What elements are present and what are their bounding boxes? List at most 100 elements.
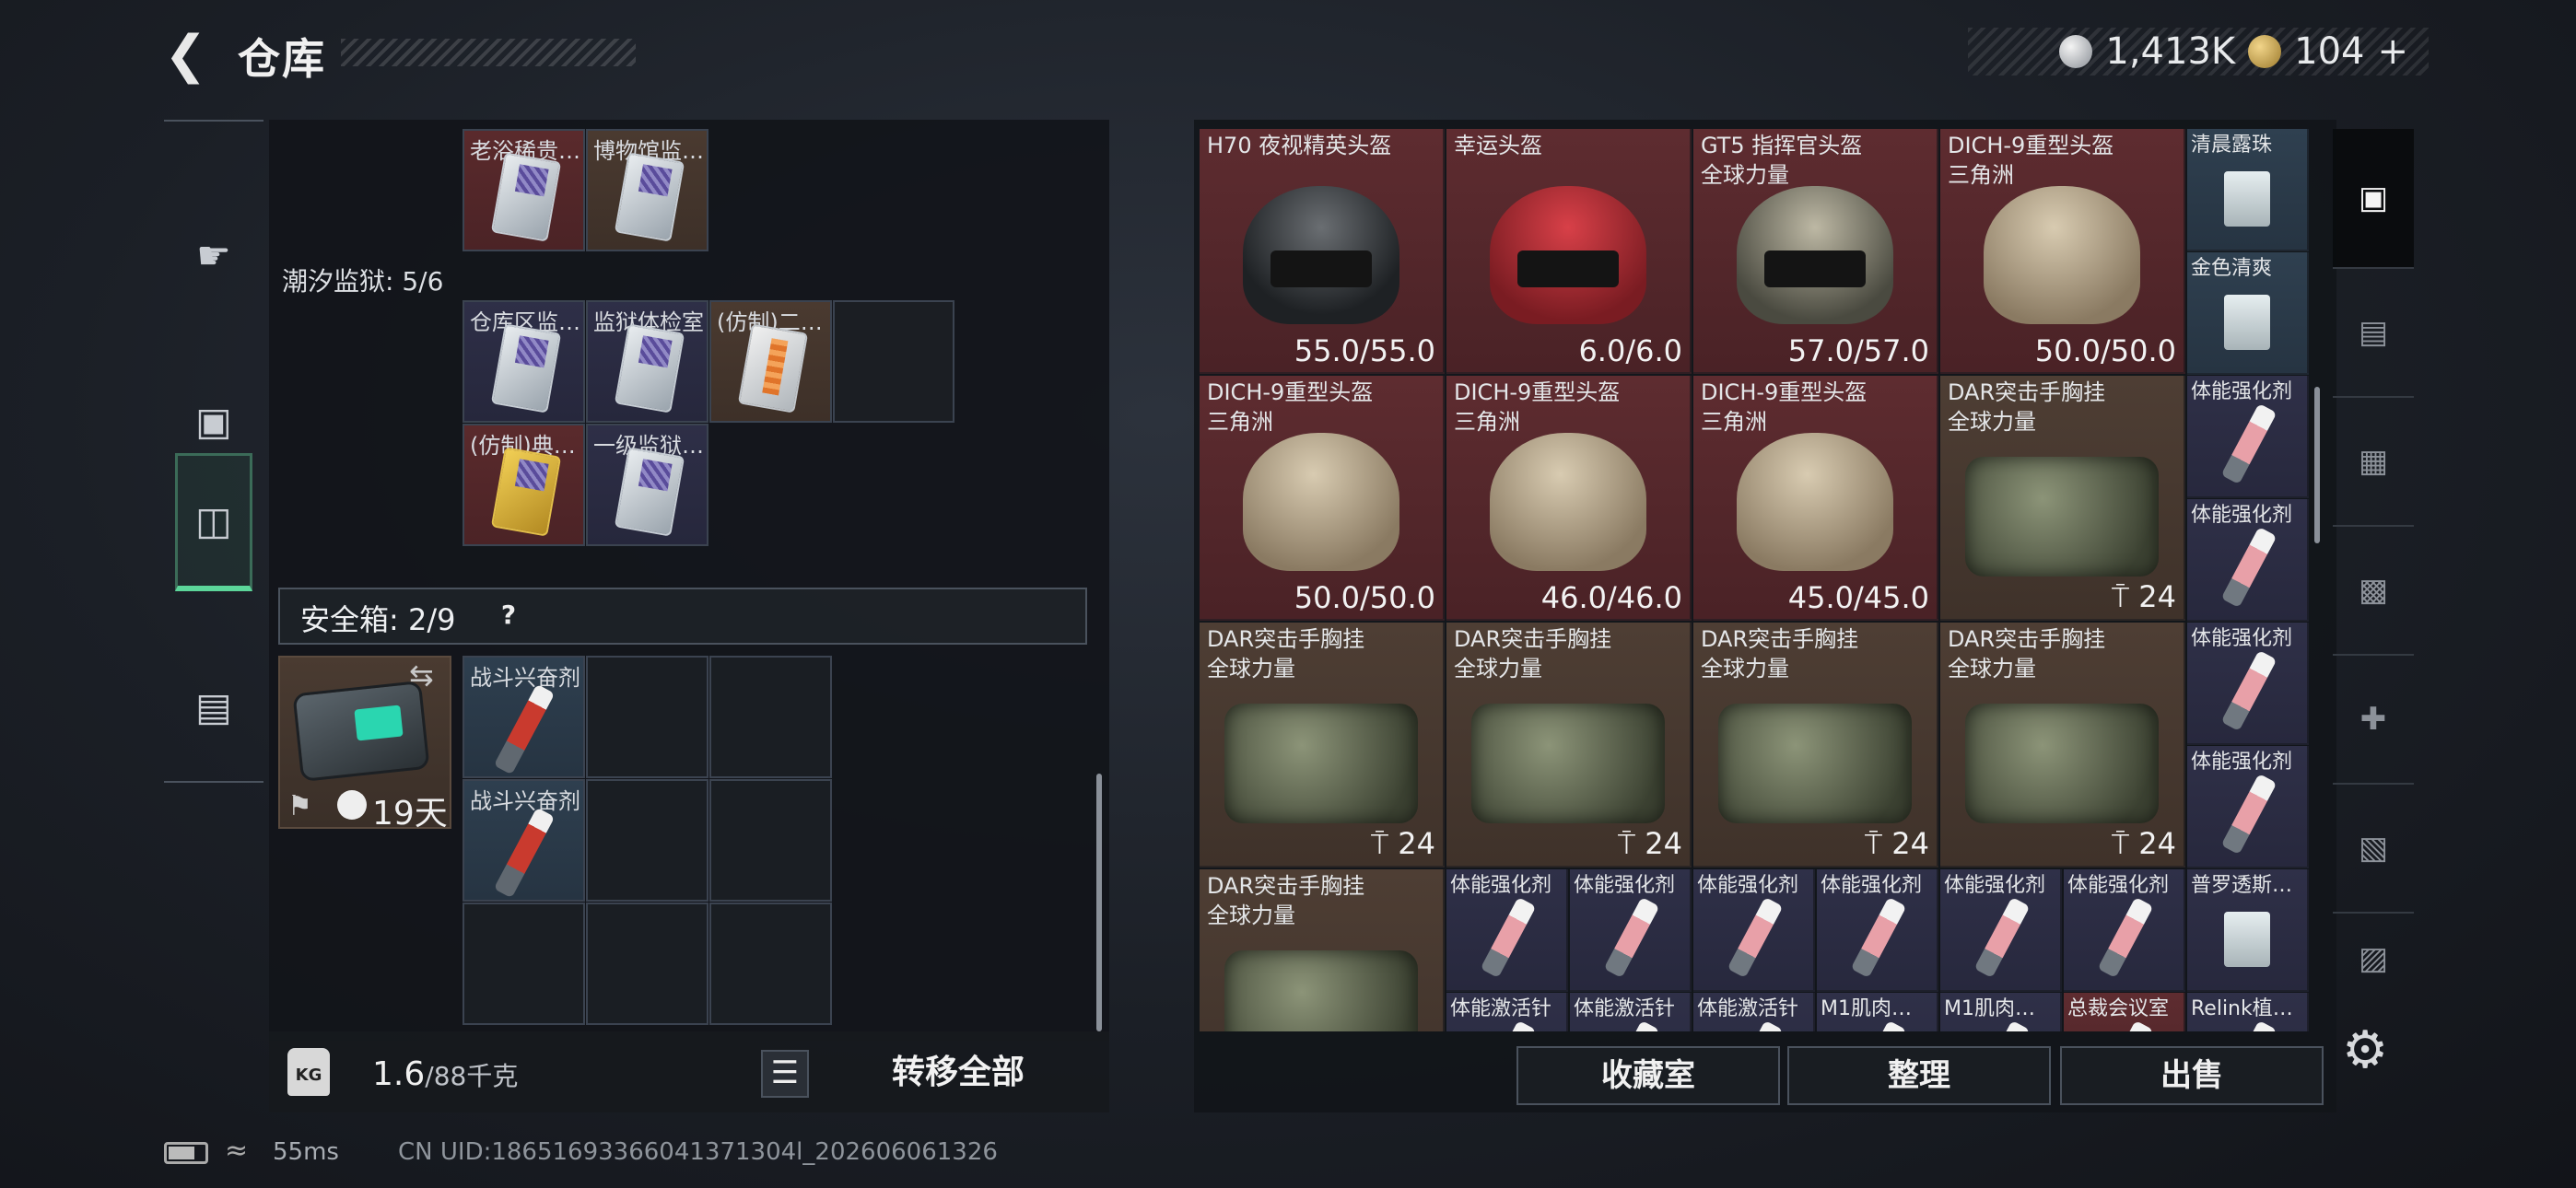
ammo-icon: ▤	[2358, 314, 2389, 351]
inventory-item[interactable]: 普罗透斯…	[2187, 869, 2309, 992]
item-name: DAR突击手胸挂	[1948, 379, 2106, 405]
card-slot[interactable]: 监狱体检室	[586, 300, 708, 423]
inventory-item[interactable]: DICH-9重型头盔 三角洲 50.0/50.0	[1200, 376, 1445, 621]
item-name: H70 夜视精英头盔	[1207, 133, 1392, 158]
inventory-item[interactable]: DAR突击手胸挂 全球力量 ⍑ 24	[1940, 376, 2185, 621]
help-icon[interactable]: ?	[490, 597, 527, 634]
left-category-nav: ☛ ▣ ◫ ▤	[164, 120, 263, 783]
inventory-item[interactable]: 清晨露珠	[2187, 129, 2309, 251]
inventory-item[interactable]: 体能激活针	[1693, 993, 1815, 1031]
rnav-armor[interactable]: ▧	[2333, 783, 2414, 912]
item-label: 战斗兴奋剂	[470, 665, 580, 691]
rnav-image[interactable]: ▦	[2333, 396, 2414, 525]
item-name: 普罗透斯…	[2191, 874, 2293, 897]
swap-icon[interactable]: ⇆	[409, 658, 434, 693]
helmet-icon	[1490, 186, 1646, 325]
rnav-bag[interactable]: ▨	[2333, 912, 2414, 1004]
inventory-item[interactable]: 总裁会议室	[2064, 993, 2185, 1031]
inventory-item[interactable]: H70 夜视精英头盔 55.0/55.0	[1200, 129, 1445, 374]
empty-slot[interactable]	[709, 656, 832, 778]
item-name: 清晨露珠	[2191, 134, 2273, 157]
page-title: 仓库	[238, 34, 326, 84]
card-slot[interactable]: 老浴稀贵…	[463, 129, 585, 251]
left-scrollbar[interactable]	[1096, 774, 1102, 1031]
inventory-item[interactable]: DICH-9重型头盔 三角洲 45.0/45.0	[1693, 376, 1938, 621]
inventory-item[interactable]: 体能强化剂	[1446, 869, 1568, 992]
inventory-item[interactable]: DICH-9重型头盔 三角洲 46.0/46.0	[1446, 376, 1692, 621]
sell-button[interactable]: 出售	[2060, 1046, 2324, 1105]
silver-coin-icon	[2059, 35, 2093, 68]
empty-slot[interactable]	[586, 656, 708, 778]
item-faction: 三角洲	[1454, 409, 1520, 435]
inventory-item[interactable]: 体能强化剂	[2187, 376, 2309, 498]
card-slot[interactable]: 博物馆监…	[586, 129, 708, 251]
inventory-item[interactable]: 幸运头盔 6.0/6.0	[1446, 129, 1692, 374]
inventory-item[interactable]: DAR突击手胸挂 全球力量 ⍑ 24	[1446, 623, 1692, 868]
rnav-ammo[interactable]: ▤	[2333, 267, 2414, 396]
list-view-button[interactable]: ☰	[761, 1050, 809, 1098]
rnav-helmet[interactable]: ▩	[2333, 525, 2414, 654]
back-icon[interactable]: ❮	[164, 28, 210, 83]
case-screen	[354, 705, 404, 741]
currency-bar: 1,413K 104 +	[1968, 28, 2429, 76]
inventory-item[interactable]: 金色清爽	[2187, 252, 2309, 375]
safe-slot[interactable]: 战斗兴奋剂	[463, 779, 585, 902]
inventory-item[interactable]: DAR突击手胸挂 全球力量	[1200, 869, 1445, 1031]
transfer-all-button[interactable]: 转移全部	[829, 1041, 1087, 1105]
card-slot[interactable]: 仓库区监…	[463, 300, 585, 423]
helmet-icon	[1243, 186, 1399, 325]
right-scrollbar[interactable]	[2314, 387, 2320, 543]
gear-icon[interactable]: ⚙	[2342, 1020, 2388, 1080]
nav-vest[interactable]: ◫	[175, 453, 252, 591]
inventory-item[interactable]: 体能强化剂	[2187, 499, 2309, 622]
nav-toolbox[interactable]: ▤	[164, 637, 263, 775]
item-name: DAR突击手胸挂	[1207, 873, 1365, 899]
inventory-item[interactable]: 体能强化剂	[1817, 869, 1938, 992]
empty-slot[interactable]	[463, 903, 585, 1025]
helmet-icon	[1984, 186, 2140, 325]
organize-button[interactable]: 整理	[1787, 1046, 2051, 1105]
empty-slot[interactable]	[586, 779, 708, 902]
rnav-all[interactable]: ▣	[2333, 129, 2414, 267]
empty-slot[interactable]	[709, 903, 832, 1025]
inventory-item[interactable]: DAR突击手胸挂 全球力量 ⍑ 24	[1200, 623, 1445, 868]
visor	[1764, 250, 1866, 288]
inventory-item[interactable]: 体能强化剂	[1693, 869, 1815, 992]
card-slot[interactable]: (仿制)二…	[709, 300, 832, 423]
silver-amount: 1,413K	[2105, 30, 2236, 73]
item-name: 总裁会议室	[2067, 997, 2170, 1020]
empty-slot[interactable]	[833, 300, 954, 423]
card-slot[interactable]: (仿制)典…	[463, 424, 585, 546]
durability: 50.0/50.0	[1294, 580, 1435, 615]
inventory-item[interactable]: DICH-9重型头盔 三角洲 50.0/50.0	[1940, 129, 2185, 374]
collection-room-button[interactable]: 收藏室	[1516, 1046, 1780, 1105]
inventory-item[interactable]: DAR突击手胸挂 全球力量 ⍑ 24	[1940, 623, 2185, 868]
add-currency-button[interactable]: +	[2377, 30, 2408, 73]
card-slot[interactable]: 一级监狱…	[586, 424, 708, 546]
inventory-item[interactable]: 体能强化剂	[1570, 869, 1692, 992]
safe-slot[interactable]: 战斗兴奋剂	[463, 656, 585, 778]
inventory-item[interactable]: M1肌肉…	[1940, 993, 2062, 1031]
inventory-item[interactable]: 体能强化剂	[2187, 746, 2309, 868]
inventory-item[interactable]: 体能强化剂	[2187, 623, 2309, 745]
rnav-medkit[interactable]: ✚	[2333, 654, 2414, 783]
clock-icon	[337, 790, 367, 820]
inventory-item[interactable]: 体能强化剂	[2064, 869, 2185, 992]
syringe-icon	[2097, 896, 2154, 979]
inventory-item[interactable]: 体能激活针	[1446, 993, 1568, 1031]
safe-box-label: 安全箱: 2/9	[300, 602, 456, 637]
inventory-item[interactable]: 体能激活针	[1570, 993, 1692, 1031]
empty-slot[interactable]	[586, 903, 708, 1025]
inventory-item[interactable]: 体能强化剂	[1940, 869, 2062, 992]
item-name: DAR突击手胸挂	[1207, 626, 1365, 652]
nav-weapons[interactable]: ☛	[164, 186, 263, 324]
capacity-icon: ⍑	[1617, 826, 1645, 861]
inventory-item[interactable]: GT5 指挥官头盔 全球力量 57.0/57.0	[1693, 129, 1938, 374]
empty-slot[interactable]	[709, 779, 832, 902]
inventory-item[interactable]: Relink植…	[2187, 993, 2309, 1031]
helmet-icon	[1737, 186, 1893, 325]
inventory-item[interactable]: M1肌肉…	[1817, 993, 1938, 1031]
inventory-item[interactable]: DAR突击手胸挂 全球力量 ⍑ 24	[1693, 623, 1938, 868]
item-faction: 三角洲	[1948, 162, 2014, 188]
item-faction: 全球力量	[1207, 903, 1295, 928]
